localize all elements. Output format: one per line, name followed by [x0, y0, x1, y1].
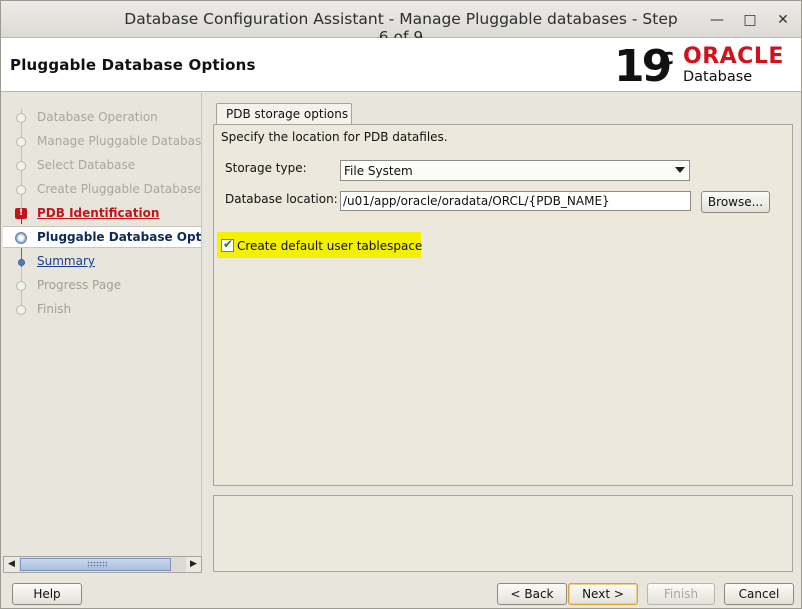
- steps-sidebar: Database Operation Manage Pluggable Data…: [3, 93, 202, 572]
- sidebar-item-label: Progress Page: [37, 278, 122, 292]
- scroll-left-icon[interactable]: ◀: [4, 557, 19, 572]
- sidebar-item-label: Manage Pluggable Databases: [37, 134, 202, 148]
- step-node: [16, 281, 26, 291]
- logo-product: Database: [683, 69, 753, 85]
- title-bar[interactable]: Database Configuration Assistant - Manag…: [1, 1, 801, 46]
- grip-icon: [87, 561, 107, 568]
- chevron-down-icon: [675, 167, 685, 173]
- storage-type-value: File System: [344, 164, 413, 178]
- logo-brand: ORACLE: [683, 44, 784, 69]
- database-location-value: /u01/app/oracle/oradata/ORCL/{PDB_NAME}: [343, 194, 610, 208]
- current-step-icon: [15, 232, 27, 244]
- sidebar-item-finish: Finish: [3, 299, 201, 321]
- sidebar-horizontal-scrollbar[interactable]: ◀ ▶: [3, 556, 202, 573]
- close-icon[interactable]: ✕: [772, 9, 794, 31]
- tab-pdb-storage-options[interactable]: PDB storage options: [216, 103, 352, 125]
- dbca-window: Database Configuration Assistant - Manag…: [0, 0, 802, 609]
- sidebar-item-pdb-options: Pluggable Database Options: [3, 226, 202, 248]
- sidebar-item-label: Database Operation: [37, 110, 158, 124]
- sidebar-item-database-operation: Database Operation: [3, 107, 201, 129]
- logo-version-suffix: c: [661, 45, 675, 70]
- scroll-right-icon[interactable]: ▶: [186, 557, 201, 572]
- message-panel: [213, 495, 793, 572]
- sidebar-item-manage-pdbs: Manage Pluggable Databases: [3, 131, 202, 153]
- maximize-icon[interactable]: □: [739, 9, 761, 31]
- sidebar-item-label: Select Database: [37, 158, 136, 172]
- step-node: [16, 185, 26, 195]
- sidebar-item-label[interactable]: PDB Identification: [37, 206, 159, 220]
- database-location-label: Database location:: [225, 192, 338, 206]
- scrollbar-thumb[interactable]: [20, 558, 171, 571]
- minimize-icon[interactable]: —: [706, 9, 728, 31]
- checkmark-icon: ✔: [223, 237, 234, 251]
- page-header: Pluggable Database Options 19 c ORACLE D…: [1, 38, 801, 92]
- sidebar-item-create-pdb: Create Pluggable Database: [3, 179, 201, 201]
- storage-type-label: Storage type:: [225, 161, 307, 175]
- help-button[interactable]: Help: [12, 583, 82, 605]
- sidebar-item-select-database: Select Database: [3, 155, 201, 177]
- finish-button: Finish: [647, 583, 715, 605]
- back-button[interactable]: < Back: [497, 583, 567, 605]
- cancel-button[interactable]: Cancel: [724, 583, 794, 605]
- create-default-tablespace-label[interactable]: Create default user tablespace: [237, 239, 422, 253]
- storage-intro-text: Specify the location for PDB datafiles.: [221, 130, 448, 144]
- sidebar-item-progress-page: Progress Page: [3, 275, 201, 297]
- step-node: [16, 305, 26, 315]
- sidebar-item-label: Finish: [37, 302, 72, 316]
- storage-type-select[interactable]: File System: [340, 160, 690, 181]
- step-node: [16, 161, 26, 171]
- tab-label: PDB storage options: [226, 107, 349, 121]
- step-node: [18, 259, 25, 266]
- sidebar-item-summary[interactable]: Summary: [3, 251, 201, 273]
- sidebar-item-label: Pluggable Database Options: [37, 230, 202, 244]
- next-button[interactable]: Next >: [568, 583, 638, 605]
- sidebar-item-label[interactable]: Summary: [37, 254, 95, 268]
- sidebar-item-pdb-identification[interactable]: ! PDB Identification: [3, 203, 201, 225]
- sidebar-item-label: Create Pluggable Database: [37, 182, 201, 196]
- page-title: Pluggable Database Options: [10, 56, 256, 74]
- browse-button[interactable]: Browse...: [701, 191, 770, 213]
- error-icon: !: [15, 208, 27, 219]
- create-default-tablespace-checkbox[interactable]: ✔: [221, 237, 234, 252]
- database-location-input[interactable]: /u01/app/oracle/oradata/ORCL/{PDB_NAME}: [340, 191, 691, 211]
- step-node: [16, 113, 26, 123]
- step-node: [16, 137, 26, 147]
